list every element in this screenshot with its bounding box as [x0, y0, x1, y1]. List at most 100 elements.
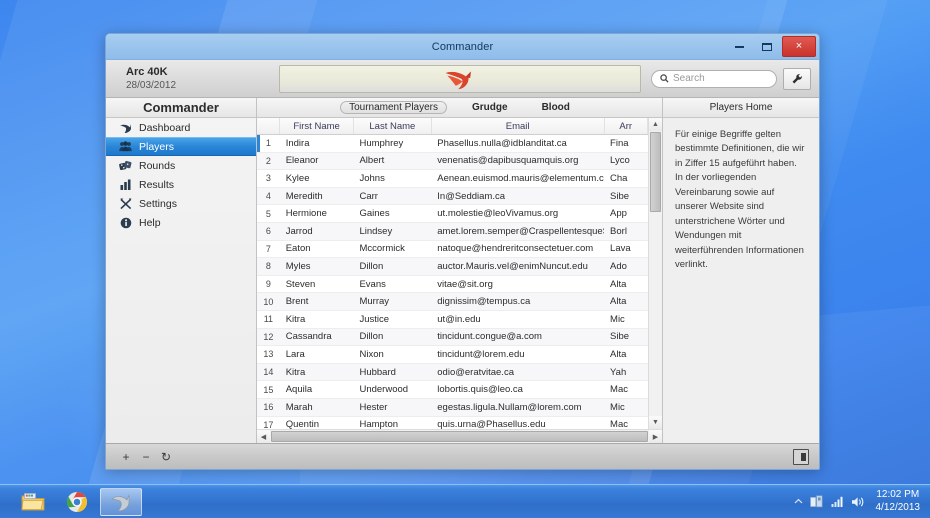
cell-email: odio@eratvitae.ca [431, 363, 605, 382]
cell-rownum: 13 [257, 345, 280, 364]
cell-rownum: 5 [257, 204, 280, 223]
app-header: Arc 40K 28/03/2012 Search [106, 60, 819, 98]
remove-player-button[interactable]: − [136, 448, 156, 466]
cell-first-name: Kitra [279, 363, 354, 382]
tournament-info: Arc 40K 28/03/2012 [106, 66, 279, 91]
table-row[interactable]: 13 Lara Nixon tincidunt@lorem.edu Alta [257, 345, 648, 364]
cell-email: In@Seddiam.ca [431, 187, 605, 206]
taskbar-clock[interactable]: 12:02 PM 4/12/2013 [872, 489, 925, 514]
cell-arr: Lyco [604, 152, 648, 171]
cell-last-name: Humphrey [353, 134, 432, 153]
cell-arr: Mic [604, 398, 648, 417]
table-row[interactable]: 16 Marah Hester egestas.ligula.Nullam@lorem… [257, 398, 648, 417]
vertical-scroll-thumb[interactable] [650, 132, 661, 212]
table-row[interactable]: 17 Quentin Hampton quis.urna@Phasellus.edu M… [257, 416, 648, 429]
table-row[interactable]: 5 Hermione Gaines ut.molestie@leoVivamus.or… [257, 204, 648, 223]
close-button[interactable]: × [782, 36, 816, 57]
minimize-icon [734, 45, 744, 48]
tab-grudge[interactable]: Grudge [463, 101, 517, 114]
chevron-up-icon[interactable] [794, 498, 803, 505]
column-header-first-name[interactable]: First Name [279, 118, 354, 135]
column-header-rownum[interactable] [257, 118, 281, 135]
scroll-down-icon[interactable]: ▼ [649, 416, 662, 429]
column-header-email[interactable]: Email [431, 118, 605, 135]
cell-rownum: 16 [257, 398, 280, 417]
sidebar-item-help[interactable]: Help [106, 213, 256, 232]
cell-arr: Alta [604, 345, 648, 364]
table-row[interactable]: 14 Kitra Hubbard odio@eratvitae.ca Yah [257, 363, 648, 382]
add-player-button[interactable]: + [116, 448, 136, 466]
volume-icon[interactable] [851, 496, 865, 508]
sidebar-item-results[interactable]: Results [106, 175, 256, 194]
toggle-side-panel-button[interactable] [793, 448, 809, 465]
horizontal-scrollbar[interactable]: ◀ ▶ [257, 429, 662, 443]
sidebar-item-settings[interactable]: Settings [106, 194, 256, 213]
maximize-button[interactable] [754, 37, 780, 56]
dice-icon [119, 159, 132, 172]
cell-arr: Mic [604, 310, 648, 329]
signal-bars-icon[interactable] [831, 496, 844, 507]
scroll-right-icon[interactable]: ▶ [649, 430, 662, 443]
search-input[interactable]: Search [651, 69, 777, 88]
sidebar-item-players[interactable]: Players [106, 137, 256, 156]
table-row[interactable]: 2 Eleanor Albert venenatis@dapibusquamquis.… [257, 152, 648, 171]
table-row[interactable]: 3 Kylee Johns Aenean.euismod.mauris@element… [257, 169, 648, 188]
cell-first-name: Kitra [279, 310, 354, 329]
cell-last-name: Hubbard [353, 363, 432, 382]
table-row[interactable]: 15 Aquila Underwood lobortis.quis@leo.ca Mac [257, 380, 648, 399]
tools-button[interactable] [783, 67, 811, 90]
table-row[interactable]: 4 Meredith Carr In@Seddiam.ca Sibe [257, 187, 648, 206]
horizontal-scroll-thumb[interactable] [271, 431, 648, 442]
search-icon [660, 74, 669, 83]
cell-arr: Cha [604, 169, 648, 188]
sidebar-item-label: Settings [139, 197, 177, 210]
cell-last-name: Lindsey [353, 222, 432, 241]
cell-last-name: Underwood [353, 380, 432, 399]
taskbar: 12:02 PM 4/12/2013 [0, 484, 930, 518]
cell-arr: Ado [604, 257, 648, 276]
table-row[interactable]: 6 Jarrod Lindsey amet.lorem.semper@Craspell… [257, 222, 648, 241]
cell-arr: Mac [604, 416, 648, 429]
cell-last-name: Hampton [353, 416, 432, 429]
table-row[interactable]: 9 Steven Evans vitae@sit.org Alta [257, 275, 648, 294]
tab-blood[interactable]: Blood [533, 101, 579, 114]
table-body: 1 Indira Humphrey Phasellus.nulla@idblandit… [257, 134, 648, 429]
vertical-scrollbar[interactable]: ▲ ▼ [648, 118, 662, 429]
table-row[interactable]: 7 Eaton Mccormick natoque@hendreritconsecte… [257, 240, 648, 259]
column-header-arr[interactable]: Arr [604, 118, 648, 135]
table-row[interactable]: 11 Kitra Justice ut@in.edu Mic [257, 310, 648, 329]
cell-last-name: Johns [353, 169, 432, 188]
sidebar-item-dashboard[interactable]: Dashboard [106, 118, 256, 137]
table-row[interactable]: 1 Indira Humphrey Phasellus.nulla@idblandit… [257, 134, 648, 153]
window-title-bar[interactable]: Commander × [106, 34, 819, 60]
table-row[interactable]: 8 Myles Dillon auctor.Mauris.vel@enimNuncut… [257, 257, 648, 276]
taskbar-commander-app[interactable] [100, 487, 142, 516]
cell-last-name: Justice [353, 310, 432, 329]
cell-arr: App [604, 204, 648, 223]
scroll-up-icon[interactable]: ▲ [649, 118, 662, 131]
scroll-left-icon[interactable]: ◀ [257, 430, 270, 443]
cell-email: egestas.ligula.Nullam@lorem.com [431, 398, 605, 417]
taskbar-file-explorer[interactable] [12, 488, 54, 516]
table-row[interactable]: 12 Cassandra Dillon tincidunt.congue@a.com S… [257, 328, 648, 347]
cell-first-name: Steven [279, 275, 354, 294]
tab-tournament-players[interactable]: Tournament Players [340, 101, 448, 114]
taskbar-google-chrome[interactable] [56, 488, 98, 516]
cell-first-name: Myles [279, 257, 354, 276]
cell-last-name: Gaines [353, 204, 432, 223]
cell-arr: Alta [604, 292, 648, 311]
toggle-side-panel-icon [800, 452, 806, 461]
minimize-button[interactable] [726, 37, 752, 56]
sidebar-item-rounds[interactable]: Rounds [106, 156, 256, 175]
file-explorer-icon [21, 492, 45, 510]
cell-arr: Fina [604, 134, 648, 153]
table-row[interactable]: 10 Brent Murray dignissim@tempus.ca Alta [257, 292, 648, 311]
column-header-last-name[interactable]: Last Name [353, 118, 432, 135]
refresh-button[interactable]: ↻ [156, 448, 176, 466]
cell-first-name: Kylee [279, 169, 354, 188]
cell-arr: Mac [604, 380, 648, 399]
cell-email: Phasellus.nulla@idblanditat.ca [431, 134, 605, 153]
bottom-toolbar: + − ↻ [106, 443, 819, 469]
google-chrome-icon [66, 491, 87, 512]
network-icon[interactable] [809, 495, 824, 508]
